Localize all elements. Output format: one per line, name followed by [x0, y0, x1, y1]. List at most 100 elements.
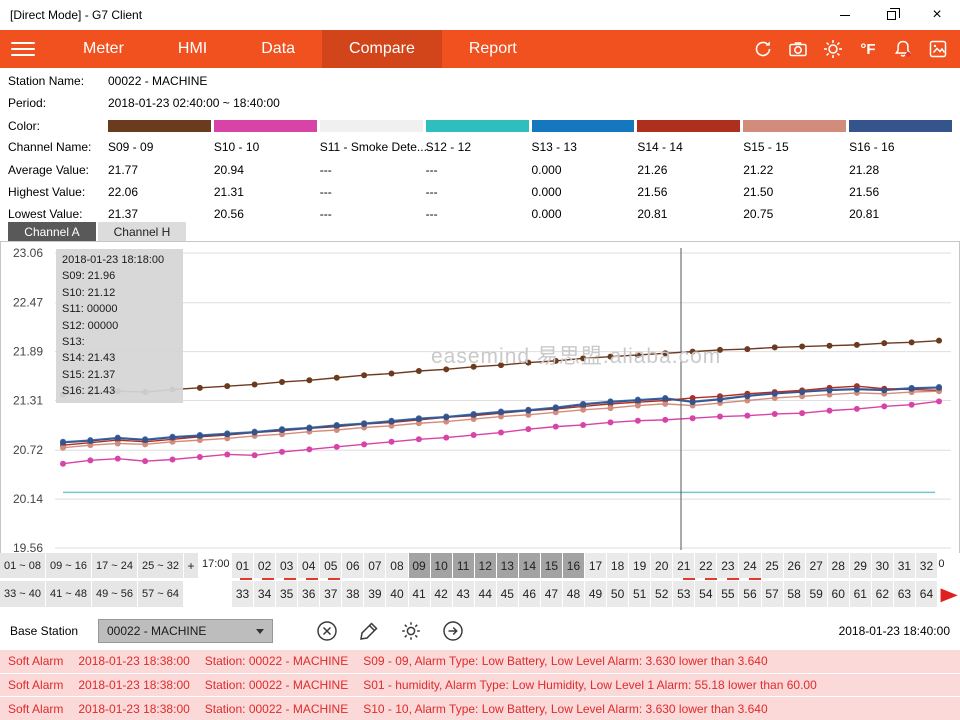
nav-item-report[interactable]: Report: [442, 30, 544, 68]
channel-cell-19[interactable]: 19: [629, 553, 651, 578]
channel-group-tab[interactable]: 25 ~ 32: [138, 553, 184, 578]
channel-cell-37[interactable]: 37: [320, 581, 342, 607]
tab-channel-a[interactable]: Channel A: [8, 222, 96, 241]
channel-cell-21[interactable]: 21: [673, 553, 695, 578]
channel-cell-20[interactable]: 20: [651, 553, 673, 578]
brightness-icon[interactable]: [821, 37, 845, 61]
channel-group-tab[interactable]: 41 ~ 48: [46, 581, 92, 607]
tab-channel-h[interactable]: Channel H: [98, 222, 186, 241]
channel-cell-34[interactable]: 34: [254, 581, 276, 607]
channel-cell-53[interactable]: 53: [673, 581, 695, 607]
channel-cell-04[interactable]: 04: [298, 553, 320, 578]
channel-cell-24[interactable]: 24: [739, 553, 761, 578]
nav-item-data[interactable]: Data: [234, 30, 322, 68]
channel-cell-06[interactable]: 06: [342, 553, 364, 578]
channel-group-tab[interactable]: 33 ~ 40: [0, 581, 46, 607]
channel-cell-54[interactable]: 54: [695, 581, 717, 607]
clear-circle-x-icon[interactable]: [315, 619, 339, 643]
channel-cell-22[interactable]: 22: [695, 553, 717, 578]
channel-cell-51[interactable]: 51: [629, 581, 651, 607]
channel-group-tab[interactable]: 57 ~ 64: [138, 581, 184, 607]
camera-icon[interactable]: [786, 37, 810, 61]
channel-cell-56[interactable]: 56: [739, 581, 761, 607]
nav-item-compare[interactable]: Compare: [322, 30, 442, 68]
nav-item-meter[interactable]: Meter: [56, 30, 151, 68]
channel-cell-58[interactable]: 58: [784, 581, 806, 607]
channel-cell-59[interactable]: 59: [806, 581, 828, 607]
channel-cell-26[interactable]: 26: [784, 553, 806, 578]
channel-cell-46[interactable]: 46: [519, 581, 541, 607]
channel-cell-63[interactable]: 63: [894, 581, 916, 607]
channel-group-tab[interactable]: 17 ~ 24: [92, 553, 138, 578]
settings-gear-icon[interactable]: [399, 619, 423, 643]
trend-chart[interactable]: 23.0622.4721.8921.3120.7220.1419.56 ease…: [0, 241, 960, 553]
next-page-arrow[interactable]: ▶: [941, 581, 958, 607]
channel-cell-17[interactable]: 17: [585, 553, 607, 578]
channel-cell-11[interactable]: 11: [453, 553, 475, 578]
channel-cell-47[interactable]: 47: [541, 581, 563, 607]
channel-cell-14[interactable]: 14: [519, 553, 541, 578]
channel-cell-55[interactable]: 55: [717, 581, 739, 607]
channel-cell-10[interactable]: 10: [431, 553, 453, 578]
channel-cell-50[interactable]: 50: [607, 581, 629, 607]
channel-cell-48[interactable]: 48: [563, 581, 585, 607]
channel-cell-32[interactable]: 32: [916, 553, 938, 578]
image-export-icon[interactable]: [926, 37, 950, 61]
channel-cell-44[interactable]: 44: [475, 581, 497, 607]
channel-cell-25[interactable]: 25: [762, 553, 784, 578]
channel-cell-13[interactable]: 13: [497, 553, 519, 578]
channel-cell-28[interactable]: 28: [828, 553, 850, 578]
close-button[interactable]: ×: [914, 0, 960, 30]
channel-cell-30[interactable]: 30: [872, 553, 894, 578]
channel-cell-02[interactable]: 02: [254, 553, 276, 578]
base-station-dropdown[interactable]: 00022 - MACHINE: [98, 619, 273, 643]
alarm-row[interactable]: Soft Alarm2018-01-23 18:38:00Station: 00…: [0, 674, 960, 697]
channel-cell-35[interactable]: 35: [276, 581, 298, 607]
refresh-icon[interactable]: [751, 37, 775, 61]
channel-cell-40[interactable]: 40: [386, 581, 408, 607]
channel-cell-52[interactable]: 52: [651, 581, 673, 607]
fahrenheit-toggle[interactable]: °F: [856, 37, 880, 61]
channel-cell-60[interactable]: 60: [828, 581, 850, 607]
channel-cell-07[interactable]: 07: [364, 553, 386, 578]
channel-cell-43[interactable]: 43: [453, 581, 475, 607]
channel-cell-16[interactable]: 16: [563, 553, 585, 578]
channel-group-tab[interactable]: 49 ~ 56: [92, 581, 138, 607]
channel-cell-49[interactable]: 49: [585, 581, 607, 607]
channel-cell-08[interactable]: 08: [386, 553, 408, 578]
channel-cell-31[interactable]: 31: [894, 553, 916, 578]
channel-cell-27[interactable]: 27: [806, 553, 828, 578]
channel-cell-36[interactable]: 36: [298, 581, 320, 607]
channel-cell-45[interactable]: 45: [497, 581, 519, 607]
minimize-button[interactable]: [822, 0, 868, 30]
channel-cell-23[interactable]: 23: [717, 553, 739, 578]
channel-group-tab[interactable]: 01 ~ 08: [0, 553, 46, 578]
channel-cell-09[interactable]: 09: [409, 553, 431, 578]
channel-cell-41[interactable]: 41: [409, 581, 431, 607]
channel-group-tab[interactable]: 09 ~ 16: [46, 553, 92, 578]
channel-cell-05[interactable]: 05: [320, 553, 342, 578]
alarm-row[interactable]: Soft Alarm2018-01-23 18:38:00Station: 00…: [0, 697, 960, 720]
channel-cell-62[interactable]: 62: [872, 581, 894, 607]
channel-cell-39[interactable]: 39: [364, 581, 386, 607]
channel-cell-12[interactable]: 12: [475, 553, 497, 578]
hamburger-menu-button[interactable]: [0, 30, 46, 68]
channel-cell-03[interactable]: 03: [276, 553, 298, 578]
channel-cell-61[interactable]: 61: [850, 581, 872, 607]
nav-item-hmi[interactable]: HMI: [151, 30, 234, 68]
alarm-row[interactable]: Soft Alarm2018-01-23 18:38:00Station: 00…: [0, 650, 960, 673]
channel-cell-38[interactable]: 38: [342, 581, 364, 607]
channel-cell-18[interactable]: 18: [607, 553, 629, 578]
channel-cell-42[interactable]: 42: [431, 581, 453, 607]
channel-cell-15[interactable]: 15: [541, 553, 563, 578]
restore-button[interactable]: [868, 0, 914, 30]
alarm-bell-icon[interactable]: [891, 37, 915, 61]
channel-cell-29[interactable]: 29: [850, 553, 872, 578]
channel-cell-57[interactable]: 57: [762, 581, 784, 607]
go-arrow-icon[interactable]: [441, 619, 465, 643]
channel-cell-33[interactable]: 33: [232, 581, 254, 607]
edit-pencil-icon[interactable]: [357, 619, 381, 643]
channel-cell-01[interactable]: 01: [232, 553, 254, 578]
channel-cell-64[interactable]: 64: [916, 581, 938, 607]
add-group-button[interactable]: +: [184, 553, 199, 578]
